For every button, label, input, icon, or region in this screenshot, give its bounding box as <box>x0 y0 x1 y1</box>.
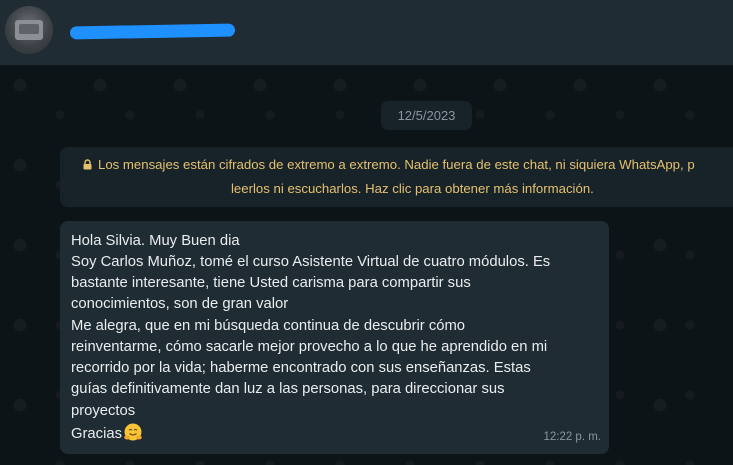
lock-icon <box>83 159 92 170</box>
message-timestamp: 12:22 p. m. <box>543 431 601 443</box>
message-line: Hola Silvia. Muy Buen dia <box>71 233 240 249</box>
message-line: recorrido por la vida; haberme encontrad… <box>71 360 531 376</box>
hugging-face-emoji-icon <box>124 423 142 441</box>
avatar-image-detail <box>19 24 39 34</box>
encryption-notice-line-2: leerlos ni escucharlos. Haz clic para ob… <box>231 181 594 196</box>
contact-avatar[interactable] <box>5 6 53 54</box>
message-line: conocimientos, son de gran valor <box>71 296 289 312</box>
date-divider: 12/5/2023 <box>381 101 472 130</box>
chat-area: 12/5/2023 Los mensajes están cifrados de… <box>0 65 733 465</box>
message-line: reinventarme, cómo sacarle mejor provech… <box>71 339 548 355</box>
chat-header <box>0 0 733 65</box>
encryption-notice-line-1: Los mensajes están cifrados de extremo a… <box>83 157 695 172</box>
message-last-line: Gracias <box>71 422 143 445</box>
message-line: Me alegra, que en mi búsqueda continua d… <box>71 318 466 334</box>
encryption-notice-text-1: Los mensajes están cifrados de extremo a… <box>98 157 695 172</box>
message-line: bastante interesante, tiene Usted carism… <box>71 275 471 291</box>
encryption-notice[interactable]: Los mensajes están cifrados de extremo a… <box>60 147 733 207</box>
incoming-message-bubble[interactable]: Hola Silvia. Muy Buen dia Soy Carlos Muñ… <box>60 221 609 454</box>
redacted-contact-name[interactable] <box>69 23 236 40</box>
message-line: Gracias <box>71 426 122 442</box>
message-line: guías definitivamente dan luz a las pers… <box>71 381 505 397</box>
message-line: Soy Carlos Muñoz, tomé el curso Asistent… <box>71 254 551 270</box>
message-line: proyectos <box>71 403 136 419</box>
